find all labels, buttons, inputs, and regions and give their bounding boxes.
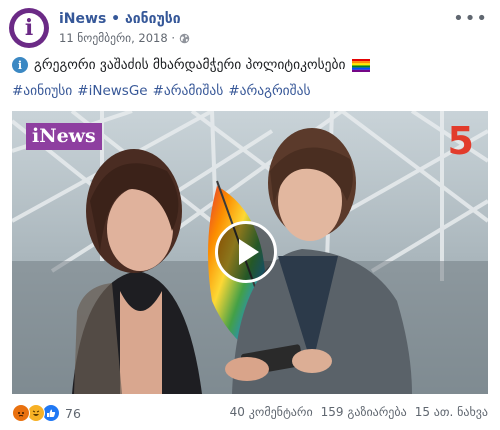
reactions-summary[interactable]: 76 [12, 404, 81, 422]
inews-watermark: iNews [26, 123, 102, 150]
hashtag-list: #აინიუსი #iNewsGe #არამიშას #არაგრიშას [12, 83, 311, 99]
post-message: გრეგორი ვაშაძის მხარდამჭერი პოლიტიკოსები [34, 57, 346, 73]
hashtag-link[interactable]: #არამიშას [153, 83, 224, 99]
play-icon [239, 239, 259, 265]
post-stats: 40 კომენტარი 159 გაზიარება 15 ათ. ნახვა [230, 405, 488, 419]
angry-icon [12, 404, 30, 422]
globe-icon [179, 33, 190, 43]
channel-5-logo: 5 [447, 119, 474, 163]
hashtag-link[interactable]: #iNewsGe [77, 83, 147, 99]
views-count: 15 ათ. ნახვა [414, 405, 488, 419]
facebook-post: i iNews • აინიუსი 11 ნოემბერი, 2018 · ••… [0, 0, 500, 430]
post-meta: 11 ნოემბერი, 2018 · [59, 31, 190, 45]
reaction-count: 76 [65, 405, 81, 421]
hashtag-link[interactable]: #არაგრიშას [228, 83, 310, 99]
comments-count-link[interactable]: 40 კომენტარი [230, 405, 313, 419]
page-name-link[interactable]: iNews • აინიუსი [59, 11, 181, 27]
video-player[interactable]: iNews 5 [12, 111, 488, 394]
rainbow-flag-icon [351, 58, 370, 72]
post-text: i გრეგორი ვაშაძის მხარდამჭერი პოლიტიკოსე… [12, 57, 370, 73]
info-icon: i [12, 57, 28, 73]
hashtag-link[interactable]: #აინიუსი [12, 83, 72, 99]
more-options-icon[interactable]: ••• [453, 8, 488, 29]
post-date[interactable]: 11 ნოემბერი, 2018 · [59, 31, 175, 45]
page-avatar[interactable]: i [9, 8, 49, 48]
shares-count-link[interactable]: 159 გაზიარება [321, 405, 407, 419]
avatar-logo: i [14, 13, 44, 43]
play-button[interactable] [215, 221, 277, 283]
